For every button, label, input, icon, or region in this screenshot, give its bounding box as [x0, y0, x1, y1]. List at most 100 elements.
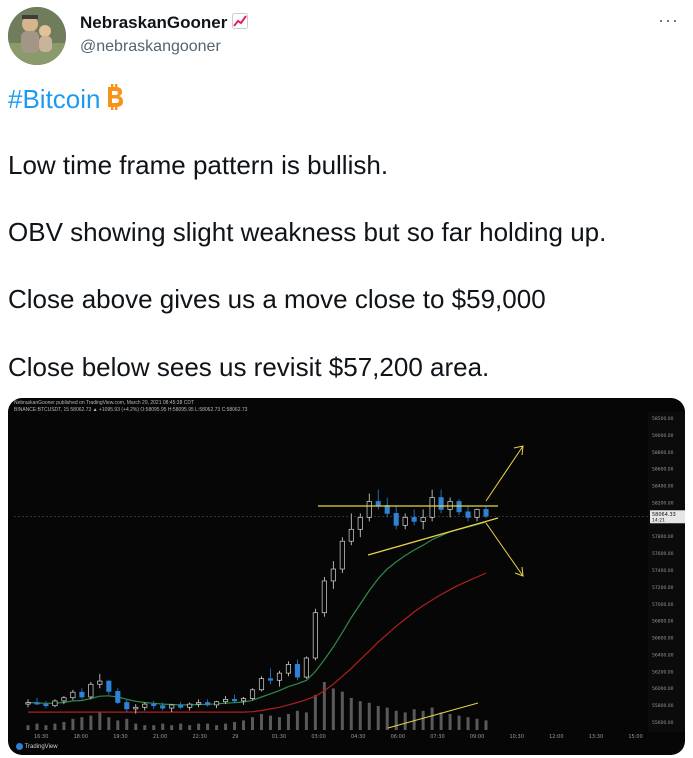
candle-body	[106, 680, 112, 692]
y-tick-label: 56200.00	[652, 669, 674, 675]
y-tick-label: 59000.00	[652, 433, 674, 439]
candle-body	[240, 698, 247, 702]
volume-bar	[394, 710, 398, 730]
y-tick-label: 56600.00	[652, 636, 674, 642]
y-tick-label: 57800.00	[652, 534, 674, 540]
volume-bar	[349, 698, 353, 730]
volume-bar	[475, 718, 479, 730]
candle-body	[321, 580, 327, 614]
candle-body	[169, 704, 175, 709]
candle-body	[178, 704, 184, 708]
volume-bar	[448, 714, 452, 730]
tweet-line-4: Close below sees us revisit $57,200 area…	[8, 352, 490, 382]
y-tick-label: 57200.00	[652, 585, 674, 591]
volume-bar	[484, 720, 488, 730]
candle-body	[483, 509, 489, 517]
volume-bar	[143, 725, 147, 730]
candle-body	[214, 701, 220, 706]
volume-bar	[89, 715, 93, 730]
candle-body	[61, 697, 67, 702]
candle-body	[133, 706, 139, 710]
x-tick-label: 09:00	[470, 734, 484, 740]
tweet-line-2: OBV showing slight weakness but so far h…	[8, 217, 607, 247]
candle-body	[456, 501, 462, 513]
candle-body	[124, 702, 130, 710]
candle-body	[330, 568, 336, 582]
x-tick-label: 16:30	[34, 734, 48, 740]
more-options-button[interactable]: ···	[658, 10, 679, 31]
support-trendline	[367, 517, 499, 556]
volume-bar	[188, 725, 192, 730]
volume-bar	[35, 723, 39, 730]
candle-body	[420, 517, 426, 522]
author-display-name[interactable]: NebraskanGooner	[80, 13, 227, 32]
y-tick-label: 57400.00	[652, 568, 674, 574]
candle-body	[294, 664, 300, 678]
candle-body	[223, 698, 229, 703]
volume-bar	[53, 723, 57, 730]
y-tick-label: 58200.00	[652, 500, 674, 506]
volume-bar	[134, 723, 138, 730]
volume-bar	[125, 718, 129, 730]
candle-body	[205, 702, 211, 706]
x-tick-label: 19:30	[113, 734, 127, 740]
avatar[interactable]	[8, 7, 66, 65]
candle-body	[366, 501, 372, 518]
candle-body	[375, 501, 381, 506]
candle-body	[231, 698, 238, 702]
hashtag-link[interactable]: #Bitcoin	[8, 84, 101, 114]
y-tick-label: 58500.00	[652, 416, 674, 422]
x-tick-label: 18:00	[74, 734, 88, 740]
volume-bar	[466, 717, 470, 730]
tweet-header: NebraskanGooner @nebraskangooner ···	[8, 4, 685, 68]
price-chart: 58500.00 59000.00 58800.00 58600.00 58400.00…	[14, 412, 685, 740]
candle-body	[285, 664, 291, 674]
candle-body	[402, 517, 408, 526]
y-tick-label: 55600.00	[652, 720, 674, 726]
author-name[interactable]: NebraskanGooner	[80, 13, 249, 34]
candle-body	[115, 691, 121, 703]
y-tick-label: 57600.00	[652, 551, 674, 557]
volume-bar	[80, 717, 84, 730]
volume-bar	[430, 707, 434, 730]
hashtag-line: #Bitcoin	[8, 82, 125, 118]
candle-body	[187, 703, 193, 708]
y-tick-label: 58800.00	[652, 450, 674, 456]
candle-body	[267, 678, 274, 681]
x-tick-label: 10:30	[510, 734, 524, 740]
tradingview-logo-icon	[16, 742, 23, 750]
volume-bar	[224, 723, 228, 730]
volume-bar	[197, 723, 201, 730]
volume-bar	[26, 725, 30, 730]
candle-body	[276, 672, 283, 681]
volume-bar	[412, 709, 416, 730]
volume-bar	[242, 720, 246, 730]
volume-bar	[233, 722, 237, 730]
volume-bar	[215, 725, 219, 730]
y-tick-label: 58600.00	[652, 467, 674, 473]
volume-bar	[44, 725, 48, 730]
candle-body	[88, 683, 94, 698]
x-tick-label: 22:30	[193, 734, 207, 740]
last-price-time: 14:21	[652, 517, 665, 523]
candle-body	[160, 705, 166, 709]
candle-body	[384, 505, 390, 514]
bitcoin-icon	[103, 84, 125, 118]
volume-bar	[358, 701, 362, 730]
candle-body	[312, 612, 318, 659]
volume-bar	[340, 691, 344, 730]
tweet-media-chart[interactable]: NebraskanGooner published on TradingView…	[8, 398, 685, 755]
x-tick-label: 04:30	[351, 734, 365, 740]
candle-body	[348, 528, 354, 542]
volume-bar	[161, 723, 165, 730]
candle-body	[52, 700, 58, 707]
volume-bar	[62, 722, 66, 730]
volume-bar	[376, 706, 380, 730]
y-tick-label: 57000.00	[652, 602, 674, 608]
tradingview-watermark: TradingView	[16, 742, 58, 750]
candle-body	[258, 678, 265, 691]
ma-fast-line	[27, 521, 487, 706]
y-tick-label: 58400.00	[652, 484, 674, 490]
author-handle[interactable]: @nebraskangooner	[80, 38, 221, 56]
candle-body	[151, 703, 157, 707]
